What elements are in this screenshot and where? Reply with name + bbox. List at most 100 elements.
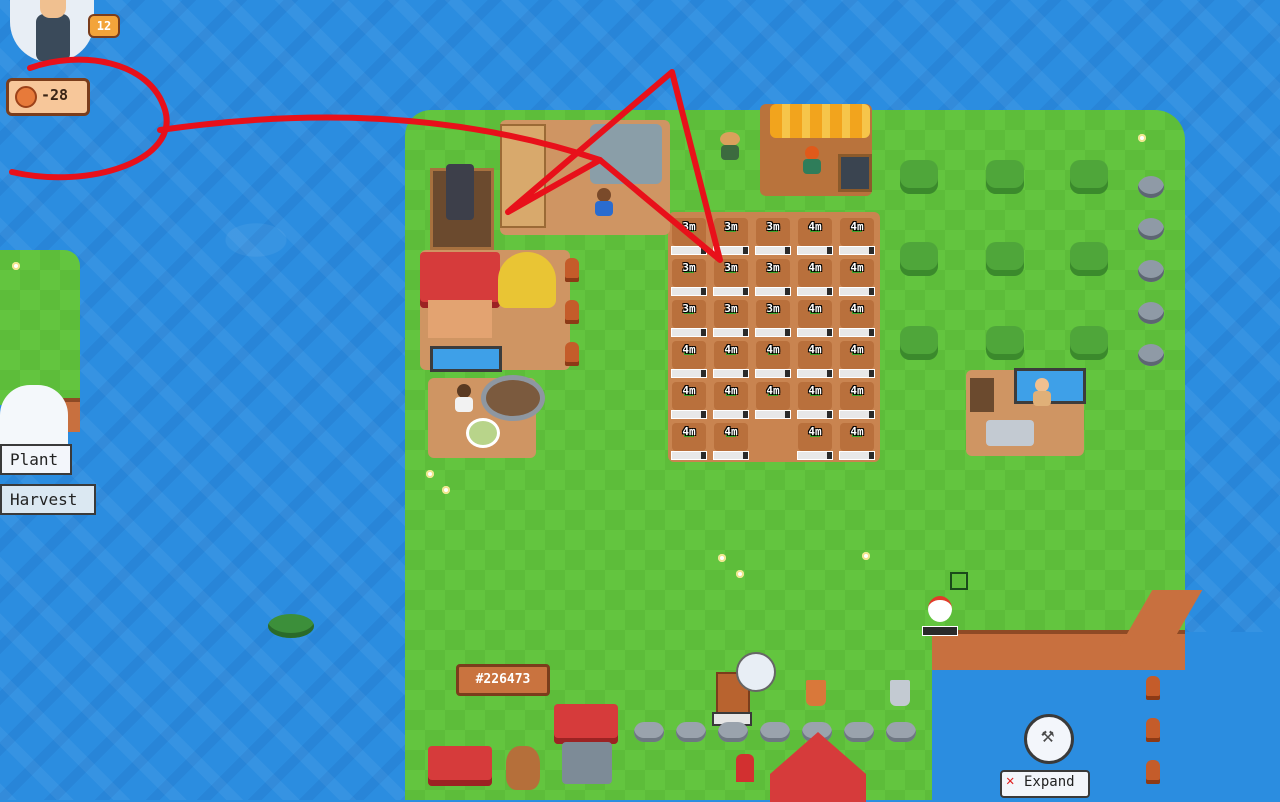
ore-rock[interactable] [1138, 344, 1164, 366]
crop-plot[interactable]: 4m [838, 339, 876, 379]
cook-npc[interactable] [452, 384, 476, 414]
crop-plot[interactable]: 3m [754, 257, 792, 297]
tree[interactable] [986, 160, 1024, 194]
crop-plot[interactable]: 4m [796, 257, 834, 297]
crop-plot[interactable]: 3m [754, 298, 792, 338]
grow-progress-bar [713, 246, 749, 255]
grow-progress-bar [797, 246, 833, 255]
grow-progress-bar [797, 369, 833, 378]
seed-stall[interactable] [590, 124, 662, 184]
oven[interactable] [446, 164, 474, 220]
grow-progress-bar [713, 328, 749, 337]
crop-plot[interactable]: 4m [838, 298, 876, 338]
grow-timer: 4m [682, 384, 696, 397]
grow-progress-bar [797, 328, 833, 337]
tree[interactable] [986, 242, 1024, 276]
crop-plot[interactable]: 4m [796, 339, 834, 379]
grow-progress-bar [797, 287, 833, 296]
tree[interactable] [1070, 326, 1108, 360]
grow-progress-bar [755, 246, 791, 255]
expand-button[interactable]: ✕ Expand [1000, 770, 1090, 798]
crop-plot[interactable]: 4m [838, 257, 876, 297]
crop-plot[interactable]: 3m [754, 216, 792, 256]
plant-button[interactable]: Plant [0, 444, 72, 475]
crop-plot[interactable]: 4m [712, 339, 750, 379]
grow-timer: 3m [724, 302, 738, 315]
furnace[interactable] [970, 378, 994, 412]
grow-progress-bar [713, 369, 749, 378]
haystack[interactable] [498, 252, 556, 308]
crop-plot[interactable]: 4m [796, 421, 834, 461]
crop-plot[interactable]: 4m [754, 380, 792, 420]
build-hammer-button[interactable]: ⚒ [1024, 714, 1074, 764]
crop-plot[interactable]: 4m [796, 298, 834, 338]
ore-rock[interactable] [1138, 302, 1164, 324]
tree[interactable] [900, 242, 938, 276]
crop-plot[interactable]: 3m [712, 298, 750, 338]
crop-plot[interactable]: 3m [670, 257, 708, 297]
teddy-bear[interactable] [506, 746, 540, 790]
crop-plot[interactable]: 4m [670, 380, 708, 420]
grow-progress-bar [755, 287, 791, 296]
tree[interactable] [900, 326, 938, 360]
ore-rock[interactable] [1138, 176, 1164, 198]
crop-plot[interactable]: 3m [670, 216, 708, 256]
harvest-button[interactable]: Harvest [0, 484, 96, 515]
barn[interactable] [428, 300, 492, 338]
crop-plot[interactable]: 4m [754, 339, 792, 379]
farmer-player[interactable] [592, 188, 616, 218]
tree[interactable] [986, 326, 1024, 360]
avatar-figure [36, 14, 70, 62]
water-trough[interactable] [430, 346, 502, 372]
grow-timer: 4m [808, 220, 822, 233]
grow-timer: 4m [808, 261, 822, 274]
stall-roof [428, 746, 492, 786]
crop-plot[interactable]: 3m [670, 298, 708, 338]
flower [736, 570, 744, 578]
tree[interactable] [1070, 160, 1108, 194]
well[interactable] [562, 742, 612, 784]
player-level-badge: 12 [88, 14, 120, 38]
crop-plot[interactable]: 4m [670, 421, 708, 461]
crop-plot[interactable]: 4m [796, 380, 834, 420]
flower [12, 262, 20, 270]
tree[interactable] [900, 160, 938, 194]
ore-rock[interactable] [1138, 218, 1164, 240]
grow-timer: 4m [724, 425, 738, 438]
mailbox[interactable] [736, 754, 754, 782]
grow-progress-bar [839, 369, 875, 378]
vendor-npc[interactable] [800, 146, 824, 176]
blacksmith-npc[interactable] [1030, 378, 1054, 408]
shelf[interactable] [500, 124, 546, 228]
anvil[interactable] [986, 420, 1034, 446]
fence-post [565, 300, 579, 324]
crop-plot[interactable]: 4m [838, 421, 876, 461]
fire-pit[interactable] [486, 380, 540, 416]
crop-plot[interactable]: 3m [712, 216, 750, 256]
left-islet [0, 250, 80, 405]
coin-balance[interactable]: -28 [6, 78, 90, 116]
crop-plot[interactable]: 4m [796, 216, 834, 256]
dock-post [1146, 760, 1160, 784]
crop-plot[interactable]: 4m [838, 380, 876, 420]
crop-plot[interactable]: 3m [712, 257, 750, 297]
grow-timer: 3m [724, 261, 738, 274]
crop-plot[interactable]: 4m [712, 421, 750, 461]
tree[interactable] [1070, 242, 1108, 276]
mixing-bowl[interactable] [466, 418, 500, 448]
flower-pot[interactable] [806, 680, 826, 706]
chicken[interactable] [928, 596, 952, 622]
axe-tool[interactable] [736, 652, 776, 692]
grow-timer: 3m [766, 302, 780, 315]
grow-progress-bar [713, 287, 749, 296]
ore-rock[interactable] [1138, 260, 1164, 282]
flower-pot[interactable] [890, 680, 910, 706]
crop-plot[interactable]: 4m [712, 380, 750, 420]
grow-timer: 4m [850, 220, 864, 233]
avatar-face [40, 0, 66, 18]
grow-timer: 4m [850, 261, 864, 274]
crop-plot[interactable]: 4m [838, 216, 876, 256]
crop-plot[interactable]: 4m [670, 339, 708, 379]
coin-amount: -28 [41, 86, 69, 104]
grow-progress-bar [839, 451, 875, 460]
